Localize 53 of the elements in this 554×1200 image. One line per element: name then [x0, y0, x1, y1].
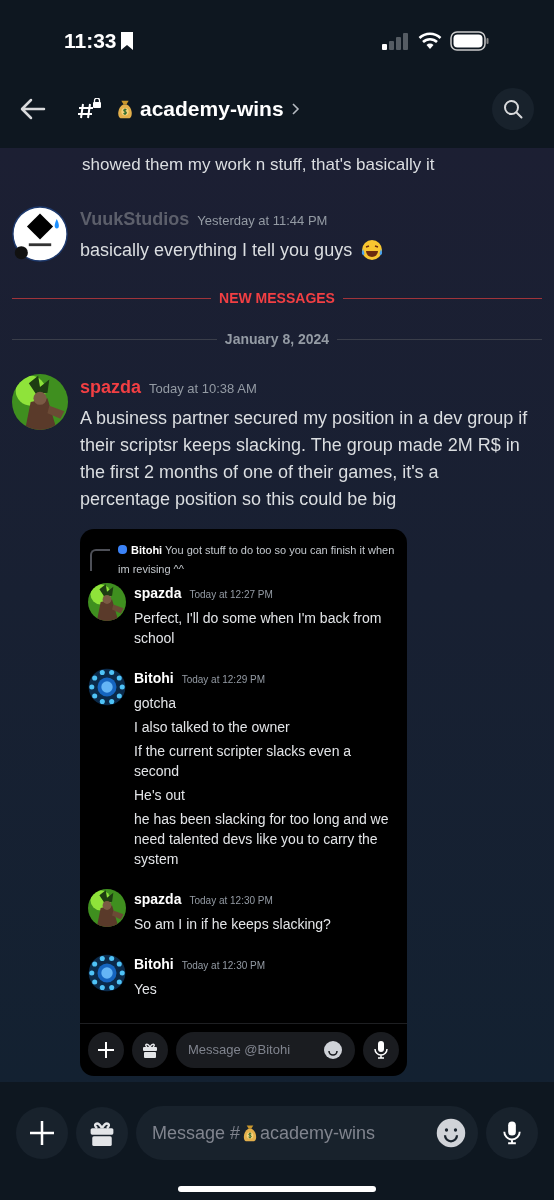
message-text: basically everything I tell you guys [80, 238, 353, 262]
search-button[interactable] [492, 88, 534, 130]
microphone-icon [503, 1120, 521, 1146]
message-text: he has been slacking for too long and we need talented devs like you to carry the system [134, 809, 390, 869]
channel-name[interactable]: academy-wins [140, 93, 284, 125]
message-text: gotcha [134, 693, 178, 713]
message-text: showed them my work n stuff, that's basically it [82, 154, 435, 176]
plus-icon [29, 1120, 55, 1146]
message-text: Perfect, I'll do some when I'm back from school [134, 608, 383, 648]
timestamp: Today at 12:30 PM [189, 893, 273, 908]
gift-button[interactable] [76, 1107, 128, 1159]
reply-connector [90, 548, 110, 571]
bookmark-icon [120, 32, 133, 50]
message-text: I also talked to the owner [134, 717, 291, 737]
battery-icon [450, 31, 490, 51]
message-text: He's out [134, 785, 186, 805]
locked-channel-icon [78, 98, 102, 120]
chevron-right-icon [291, 103, 300, 115]
signal-icon [382, 32, 410, 50]
author-name[interactable]: Bitohi [134, 953, 174, 975]
author-name[interactable]: spazda [134, 888, 182, 910]
author-name[interactable]: spazda [80, 373, 142, 401]
message-text: A business partner secured my position in a dev group if their scriptsr keeps slacking. The group made 2M R$ in the first 2 months of one of their games, it's a percentage position so this could be big [80, 406, 529, 511]
reply-preview[interactable]: Bitohi You got stuff to do too so you can finish it when im revising ^^ [118, 540, 399, 579]
timestamp: Today at 12:30 PM [181, 958, 266, 973]
date-divider: January 8, 2024 [223, 329, 331, 349]
emoji-icon[interactable] [323, 1039, 343, 1060]
author-name[interactable]: spazda [134, 582, 182, 604]
message-text: So am I in if he keeps slacking? [134, 914, 331, 934]
back-arrow-icon[interactable] [20, 98, 46, 120]
gift-icon [142, 1041, 158, 1058]
plus-icon [97, 1040, 115, 1059]
microphone-icon [374, 1040, 388, 1059]
timestamp: Yesterday at 11:44 PM [197, 211, 328, 230]
timestamp: Today at 10:38 AM [149, 379, 257, 398]
message-text: If the current scripter slacks even a second [134, 741, 353, 781]
wifi-icon [418, 32, 442, 50]
microphone-button[interactable] [486, 1107, 538, 1159]
message-input[interactable]: Message # academy-wins [136, 1106, 478, 1160]
microphone-button[interactable] [363, 1031, 399, 1068]
new-messages-divider: NEW MESSAGES [218, 288, 336, 308]
timestamp: Today at 12:27 PM [189, 587, 273, 602]
search-icon [503, 99, 523, 119]
timestamp: Today at 12:29 PM [181, 672, 266, 687]
author-name[interactable]: Bitohi [134, 667, 174, 689]
gift-icon [89, 1120, 115, 1146]
gift-button[interactable] [132, 1031, 168, 1068]
message-input[interactable]: Message @Bitohi [176, 1031, 355, 1068]
clock-time: 11:33 [64, 28, 117, 55]
add-button[interactable] [88, 1031, 124, 1068]
emoji-icon[interactable] [436, 1118, 466, 1148]
add-button[interactable] [16, 1107, 68, 1159]
message-text: Yes [134, 979, 158, 999]
